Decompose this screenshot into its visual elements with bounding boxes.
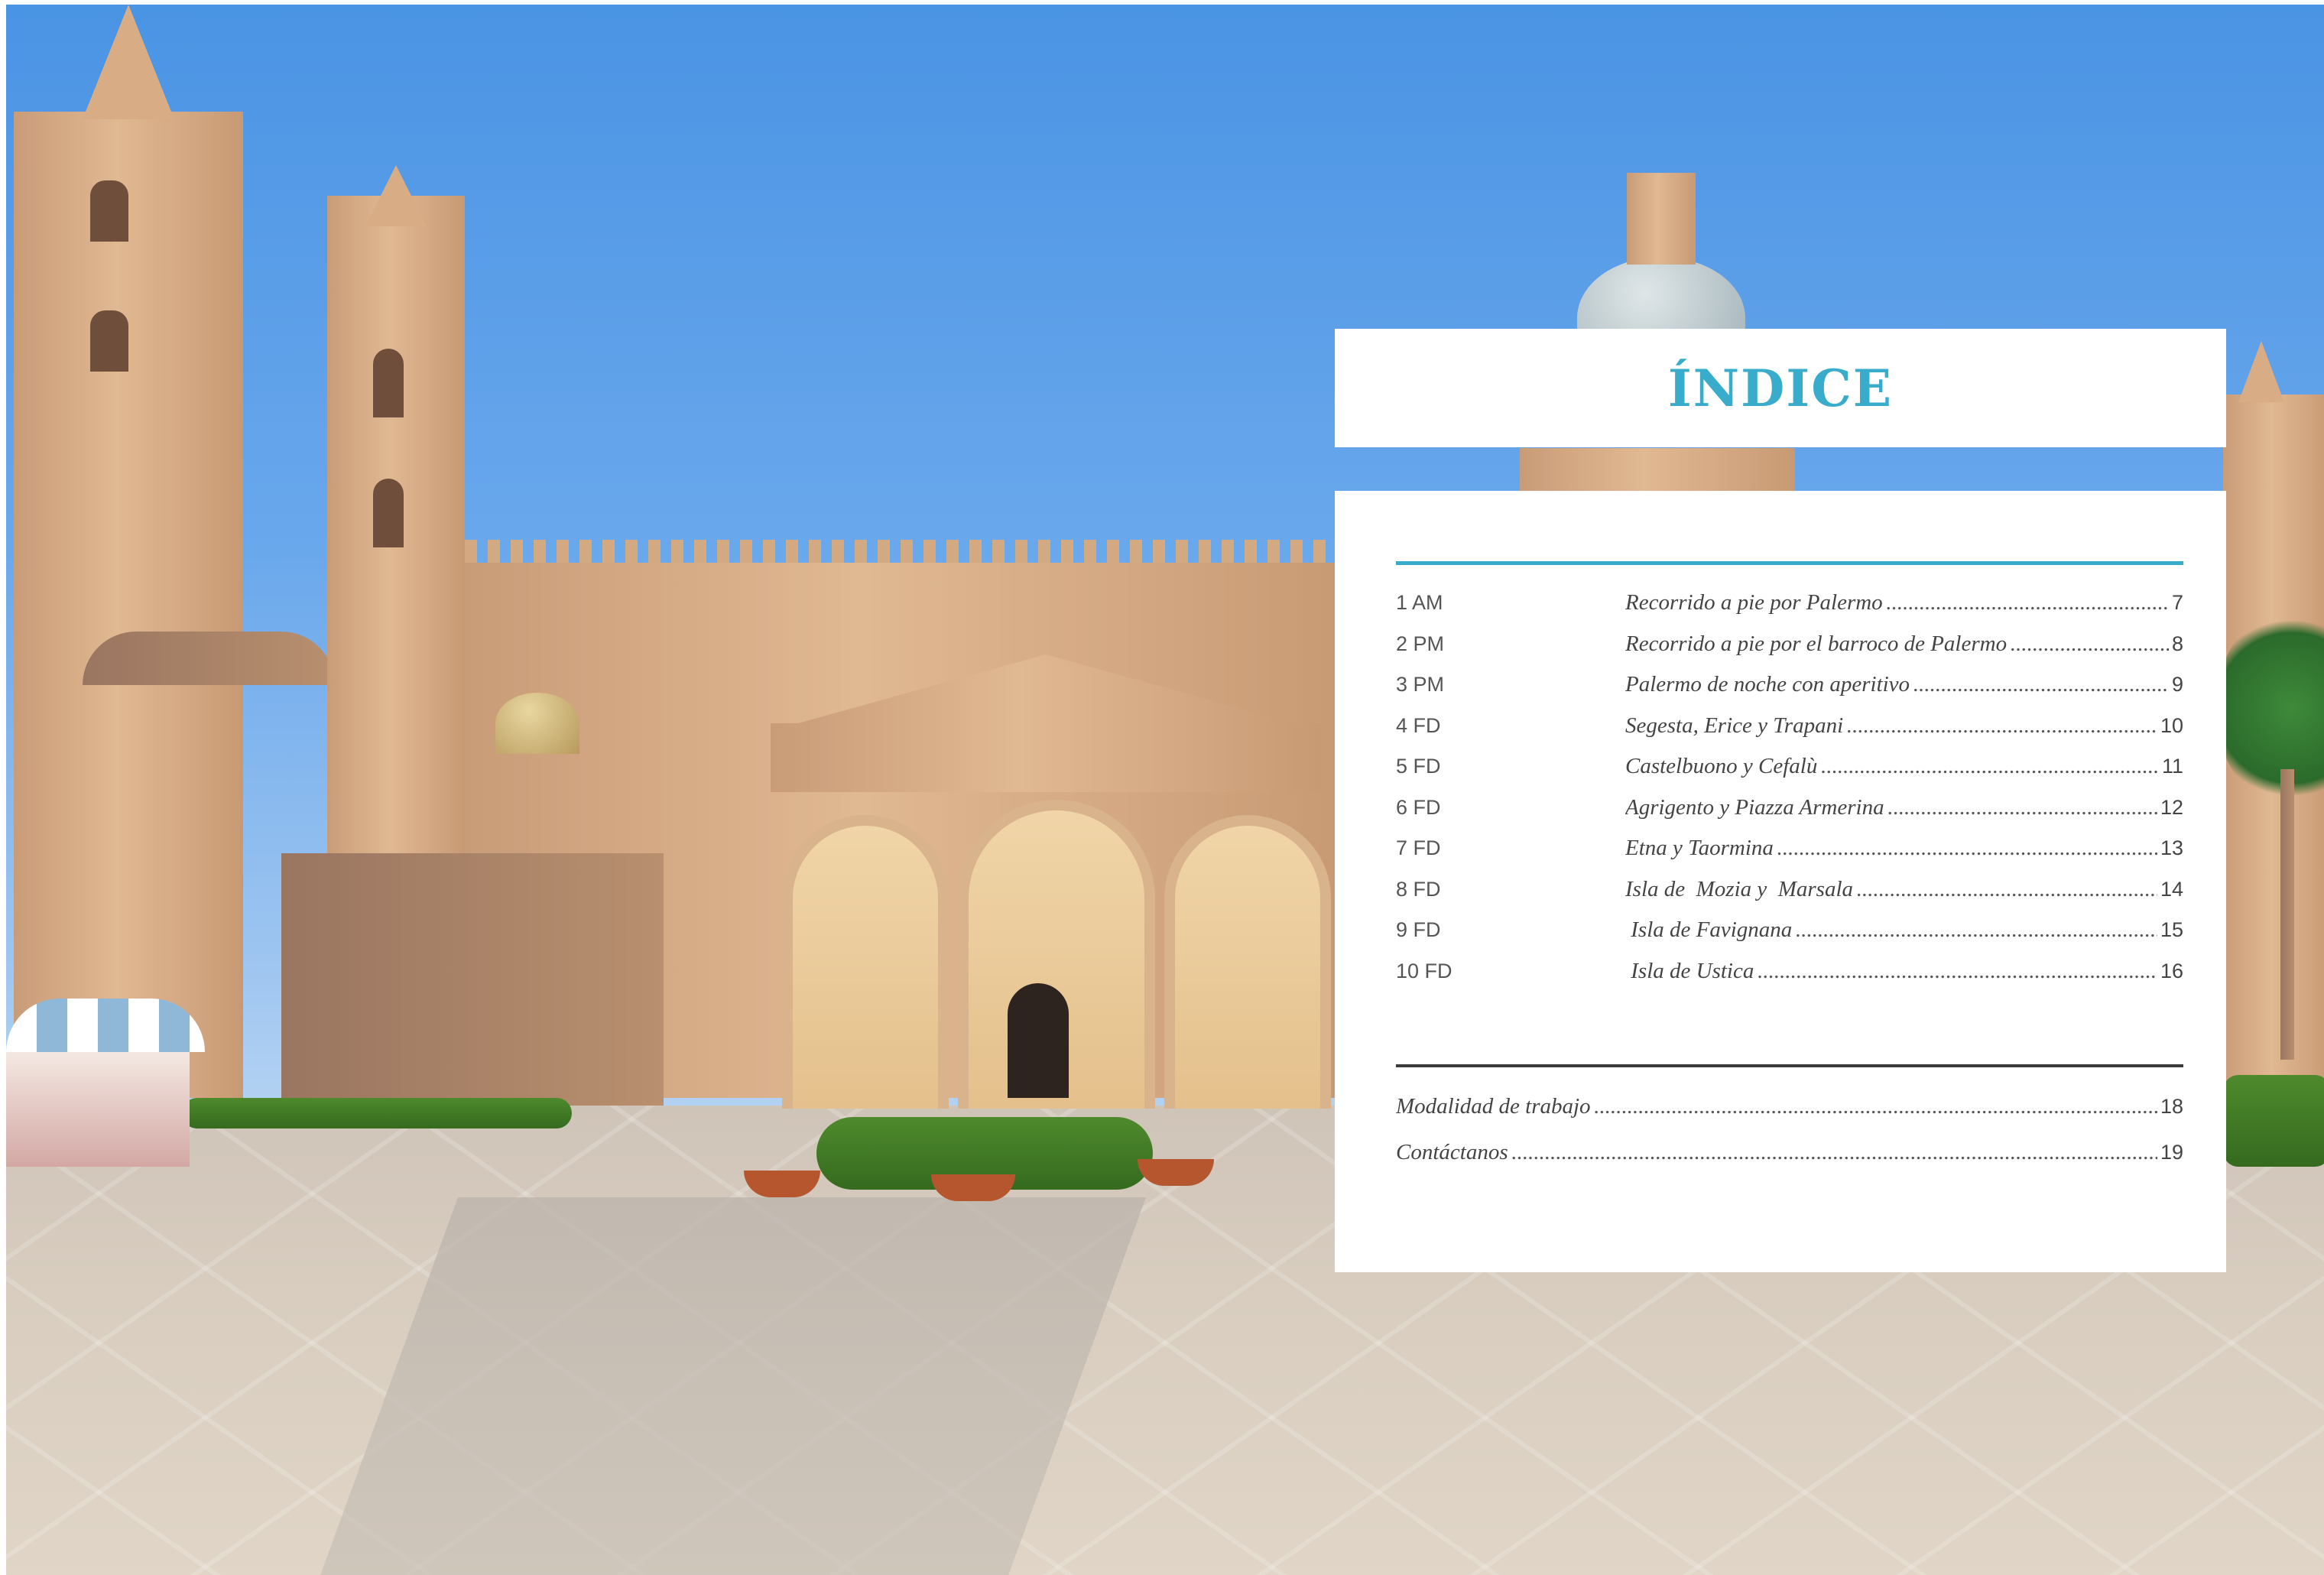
tour-title: Castelbuono y Cefalù xyxy=(1625,754,1818,779)
leader-dots xyxy=(1757,959,2157,984)
cathedral-door xyxy=(1008,983,1069,1098)
tour-code: 10 FD xyxy=(1396,959,1452,982)
left-tower-spire xyxy=(83,5,174,119)
index-panel: 1 AM Recorrido a pie por Palermo 7 2 PM R… xyxy=(1335,491,2226,1272)
tour-code: 4 FD xyxy=(1396,713,1441,737)
page-number: 9 xyxy=(2171,673,2183,697)
toc-entry-contactanos[interactable]: Contáctanos 19 xyxy=(1396,1129,2183,1175)
page-number: 12 xyxy=(2160,795,2183,819)
leader-dots xyxy=(1777,836,2157,861)
leader-dots xyxy=(1886,590,2169,615)
page-number: 18 xyxy=(2160,1094,2183,1118)
tour-title: Agrigento y Piazza Armerina xyxy=(1625,794,1884,820)
leader-dots xyxy=(1856,877,2157,902)
toc-entry-3[interactable]: 3 PM Palermo de noche con aperitivo 9 xyxy=(1396,664,2183,706)
toc-entry-1[interactable]: 1 AM Recorrido a pie por Palermo 7 xyxy=(1396,583,2183,624)
leader-dots xyxy=(1887,795,2157,820)
leader-dots xyxy=(1846,713,2157,739)
tour-title: Recorrido a pie por el barroco de Palerm… xyxy=(1625,631,2008,656)
hedge-left xyxy=(182,1098,572,1128)
tour-list: 1 AM Recorrido a pie por Palermo 7 2 PM R… xyxy=(1396,583,2183,992)
tour-code: 1 AM xyxy=(1396,591,1443,615)
left-bell-tower xyxy=(14,112,243,1098)
section-title: Modalidad de trabajo xyxy=(1396,1093,1591,1119)
tour-title: Etna y Taormina xyxy=(1625,836,1774,861)
toc-entry-2[interactable]: 2 PM Recorrido a pie por el barroco de P… xyxy=(1396,624,2183,665)
dome-drum xyxy=(1520,448,1795,494)
tour-title: Palermo de noche con aperitivo xyxy=(1625,672,1910,697)
page-number: 15 xyxy=(2160,918,2183,942)
page-number: 10 xyxy=(2160,713,2183,737)
leader-dots xyxy=(1820,754,2159,779)
toc-entry-9[interactable]: 9 FD Isla de Favignana 15 xyxy=(1396,910,2183,951)
tour-title: Segesta, Erice y Trapani xyxy=(1625,713,1844,738)
accent-rule xyxy=(1396,561,2183,565)
tour-code: 8 FD xyxy=(1396,877,1441,901)
porch-arch-right xyxy=(1164,815,1331,1109)
portico-frieze xyxy=(771,723,1321,792)
plaza-paving-band xyxy=(319,1197,1146,1575)
porch-arch-left xyxy=(782,815,949,1109)
hedge-right xyxy=(2223,1075,2324,1167)
leader-dots xyxy=(1594,1094,2157,1119)
section-divider xyxy=(1396,1064,2183,1067)
tour-title: Recorrido a pie por Palermo xyxy=(1625,590,1883,615)
tour-code: 7 FD xyxy=(1396,836,1441,860)
leader-dots xyxy=(2010,632,2169,657)
tour-code: 5 FD xyxy=(1396,755,1441,778)
toc-entry-7[interactable]: 7 FD Etna y Taormina 13 xyxy=(1396,828,2183,869)
page-number: 16 xyxy=(2160,959,2183,982)
toc-entry-5[interactable]: 5 FD Castelbuono y Cefalù 11 xyxy=(1396,746,2183,788)
page-number: 14 xyxy=(2160,877,2183,901)
toc-entry-modalidad[interactable]: Modalidad de trabajo 18 xyxy=(1396,1083,2183,1129)
toc-entry-6[interactable]: 6 FD Agrigento y Piazza Armerina 12 xyxy=(1396,788,2183,829)
extra-sections-list: Modalidad de trabajo 18 Contáctanos 19 xyxy=(1396,1083,2183,1175)
battlement-row xyxy=(465,540,1344,563)
index-title-box: ÍNDICE xyxy=(1335,329,2226,447)
right-tower-spire xyxy=(2238,341,2284,402)
index-title: ÍNDICE xyxy=(1667,358,1894,418)
leader-dots xyxy=(1511,1140,2157,1165)
tower-window xyxy=(373,349,404,417)
page-number: 13 xyxy=(2160,836,2183,860)
page-number: 7 xyxy=(2171,591,2183,615)
tour-code: 9 FD xyxy=(1396,918,1441,942)
tower-window xyxy=(90,180,128,242)
tour-code: 2 PM xyxy=(1396,632,1445,655)
page-number: 11 xyxy=(2161,755,2183,778)
tower-window xyxy=(373,479,404,547)
tour-code: 3 PM xyxy=(1396,673,1445,697)
flying-arch xyxy=(83,632,335,685)
tour-title: Isla de Favignana xyxy=(1625,917,1793,943)
toc-entry-8[interactable]: 8 FD Isla de Mozia y Marsala 14 xyxy=(1396,869,2183,911)
side-chapel xyxy=(281,853,664,1106)
second-tower-spire xyxy=(365,165,427,226)
small-dome xyxy=(495,693,579,754)
tour-title: Isla de Ustica xyxy=(1625,958,1754,983)
leader-dots xyxy=(1795,917,2157,943)
tour-code: 6 FD xyxy=(1396,795,1441,819)
page-number: 8 xyxy=(2171,632,2183,655)
market-stall xyxy=(6,1052,190,1167)
page-number: 19 xyxy=(2160,1140,2183,1164)
section-title: Contáctanos xyxy=(1396,1139,1508,1164)
palm-trunk xyxy=(2280,769,2294,1060)
leader-dots xyxy=(1913,672,2169,697)
tour-title: Isla de Mozia y Marsala xyxy=(1625,876,1854,901)
dome-lantern xyxy=(1627,173,1696,265)
market-umbrella xyxy=(6,999,205,1052)
toc-entry-10[interactable]: 10 FD Isla de Ustica 16 xyxy=(1396,951,2183,992)
toc-entry-4[interactable]: 4 FD Segesta, Erice y Trapani 10 xyxy=(1396,706,2183,747)
tower-window xyxy=(90,310,128,372)
